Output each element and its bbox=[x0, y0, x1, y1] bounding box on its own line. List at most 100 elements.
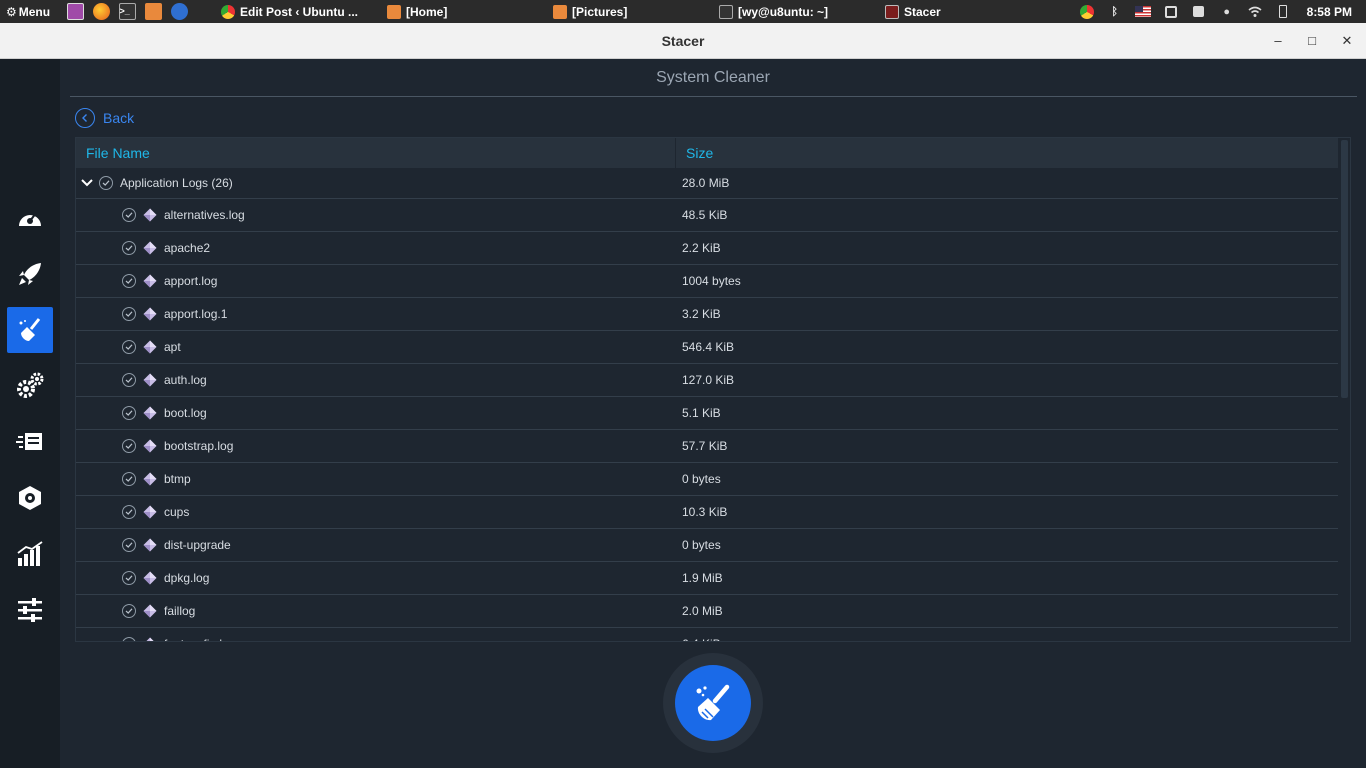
sidebar-item-dashboard[interactable] bbox=[7, 195, 53, 241]
bluetooth-icon[interactable]: ᛒ bbox=[1107, 5, 1123, 19]
window-titlebar: Stacer – □ ✕ bbox=[0, 23, 1366, 59]
folder-icon bbox=[387, 4, 401, 19]
speedometer-icon bbox=[19, 212, 41, 226]
table-row[interactable]: auth.log 127.0 KiB bbox=[76, 364, 1338, 397]
table-row[interactable]: apport.log 1004 bytes bbox=[76, 265, 1338, 298]
checkbox-checked-icon[interactable] bbox=[122, 241, 136, 255]
back-button[interactable]: Back bbox=[75, 108, 134, 128]
launcher-workspace[interactable] bbox=[64, 3, 86, 21]
menu-button[interactable]: ⚙ Menu bbox=[0, 5, 64, 19]
task-terminal[interactable]: [wy@u8untu: ~] bbox=[719, 0, 869, 23]
lock-icon[interactable] bbox=[1191, 5, 1207, 19]
checkbox-checked-icon[interactable] bbox=[122, 637, 136, 641]
sidebar bbox=[0, 59, 60, 768]
group-size: 28.0 MiB bbox=[682, 176, 730, 190]
clean-button[interactable] bbox=[675, 665, 751, 741]
close-button[interactable]: ✕ bbox=[1337, 31, 1357, 51]
table-row[interactable]: fontconfig.log 6.4 KiB bbox=[76, 628, 1338, 641]
chevron-down-icon[interactable] bbox=[81, 177, 93, 189]
launcher-files[interactable] bbox=[142, 3, 164, 21]
table-scrollbar[interactable] bbox=[1338, 138, 1350, 641]
checkbox-checked-icon[interactable] bbox=[122, 373, 136, 387]
launcher-browser[interactable] bbox=[168, 3, 190, 21]
title-divider bbox=[70, 96, 1357, 97]
file-name: dpkg.log bbox=[164, 571, 210, 585]
sidebar-item-settings[interactable] bbox=[7, 587, 53, 633]
processes-icon bbox=[16, 433, 42, 450]
table-row[interactable]: dist-upgrade 0 bytes bbox=[76, 529, 1338, 562]
folder-icon bbox=[553, 4, 567, 19]
group-label: Application Logs (26) bbox=[120, 176, 233, 190]
checkbox-checked-icon[interactable] bbox=[122, 472, 136, 486]
chrome-icon[interactable] bbox=[1079, 4, 1095, 19]
column-header-size[interactable]: Size bbox=[676, 138, 713, 168]
launcher-terminal[interactable]: >_ bbox=[116, 3, 138, 21]
file-name: btmp bbox=[164, 472, 191, 486]
stacer-icon bbox=[885, 4, 899, 19]
checkbox-checked-icon[interactable] bbox=[122, 406, 136, 420]
keyboard-layout-flag-icon[interactable] bbox=[1134, 5, 1151, 19]
table-row[interactable]: apache2 2.2 KiB bbox=[76, 232, 1338, 265]
checkbox-checked-icon[interactable] bbox=[122, 604, 136, 618]
gear-icon: ⚙ bbox=[6, 4, 17, 19]
checkbox-checked-icon[interactable] bbox=[122, 307, 136, 321]
system-panel: ⚙ Menu >_ Edit Post ‹ Ubuntu ... [Home] … bbox=[0, 0, 1366, 23]
table-row[interactable]: faillog 2.0 MiB bbox=[76, 595, 1338, 628]
table-row[interactable]: cups 10.3 KiB bbox=[76, 496, 1338, 529]
checkbox-checked-icon[interactable] bbox=[122, 340, 136, 354]
maximize-button[interactable]: □ bbox=[1302, 31, 1322, 51]
file-name: cups bbox=[164, 505, 190, 519]
task-stacer[interactable]: Stacer bbox=[885, 0, 1035, 23]
file-size: 6.4 KiB bbox=[682, 637, 721, 641]
table-row[interactable]: bootstrap.log 57.7 KiB bbox=[76, 430, 1338, 463]
table-row[interactable]: apport.log.1 3.2 KiB bbox=[76, 298, 1338, 331]
task-pictures[interactable]: [Pictures] bbox=[553, 0, 703, 23]
sidebar-item-startup[interactable] bbox=[7, 251, 53, 297]
clock[interactable]: 8:58 PM bbox=[1307, 5, 1352, 19]
checkbox-checked-icon[interactable] bbox=[122, 274, 136, 288]
gears-icon bbox=[17, 372, 44, 398]
sidebar-item-system-cleaner[interactable] bbox=[7, 307, 53, 353]
table-row[interactable]: alternatives.log 48.5 KiB bbox=[76, 199, 1338, 232]
scrollbar-thumb[interactable] bbox=[1341, 140, 1348, 398]
file-size: 48.5 KiB bbox=[682, 208, 728, 222]
file-size: 1.9 MiB bbox=[682, 571, 723, 585]
task-label: Edit Post ‹ Ubuntu ... bbox=[240, 4, 358, 19]
sidebar-item-processes[interactable] bbox=[7, 419, 53, 465]
checkbox-checked-icon[interactable] bbox=[122, 505, 136, 519]
checkbox-checked-icon[interactable] bbox=[122, 208, 136, 222]
clipboard-icon[interactable] bbox=[1163, 5, 1179, 19]
wifi-icon[interactable] bbox=[1247, 5, 1263, 19]
checkbox-checked-icon[interactable] bbox=[122, 571, 136, 585]
log-file-icon bbox=[143, 472, 157, 486]
checkbox-checked-icon[interactable] bbox=[122, 439, 136, 453]
sidebar-item-services[interactable] bbox=[7, 363, 53, 409]
table-row[interactable]: apt 546.4 KiB bbox=[76, 331, 1338, 364]
broom-icon bbox=[696, 684, 730, 721]
file-name: apport.log bbox=[164, 274, 218, 288]
menu-label: Menu bbox=[18, 4, 51, 19]
checkbox-checked-icon[interactable] bbox=[122, 538, 136, 552]
sidebar-item-uninstaller[interactable] bbox=[7, 475, 53, 521]
launcher-firefox[interactable] bbox=[90, 3, 112, 21]
back-label: Back bbox=[103, 110, 135, 126]
checkbox-checked-icon[interactable] bbox=[99, 176, 113, 190]
table-row[interactable]: btmp 0 bytes bbox=[76, 463, 1338, 496]
table-row[interactable]: boot.log 5.1 KiB bbox=[76, 397, 1338, 430]
table-row[interactable]: dpkg.log 1.9 MiB bbox=[76, 562, 1338, 595]
column-header-file-name[interactable]: File Name bbox=[76, 138, 676, 168]
sidebar-item-resources[interactable] bbox=[7, 531, 53, 577]
task-label: [Home] bbox=[406, 4, 448, 19]
file-name: bootstrap.log bbox=[164, 439, 234, 453]
cleaner-table: File Name Size Application Logs (26) 28.… bbox=[75, 137, 1351, 642]
task-chrome[interactable]: Edit Post ‹ Ubuntu ... bbox=[221, 0, 371, 23]
battery-icon[interactable] bbox=[1275, 5, 1291, 19]
task-home[interactable]: [Home] bbox=[387, 0, 537, 23]
table-header: File Name Size bbox=[76, 138, 1338, 168]
file-name: auth.log bbox=[164, 373, 207, 387]
task-label: [wy@u8untu: ~] bbox=[738, 4, 829, 19]
file-size: 0 bytes bbox=[682, 538, 721, 552]
user-icon[interactable]: ● bbox=[1219, 5, 1235, 19]
minimize-button[interactable]: – bbox=[1268, 31, 1288, 51]
group-row[interactable]: Application Logs (26) 28.0 MiB bbox=[76, 168, 1338, 199]
